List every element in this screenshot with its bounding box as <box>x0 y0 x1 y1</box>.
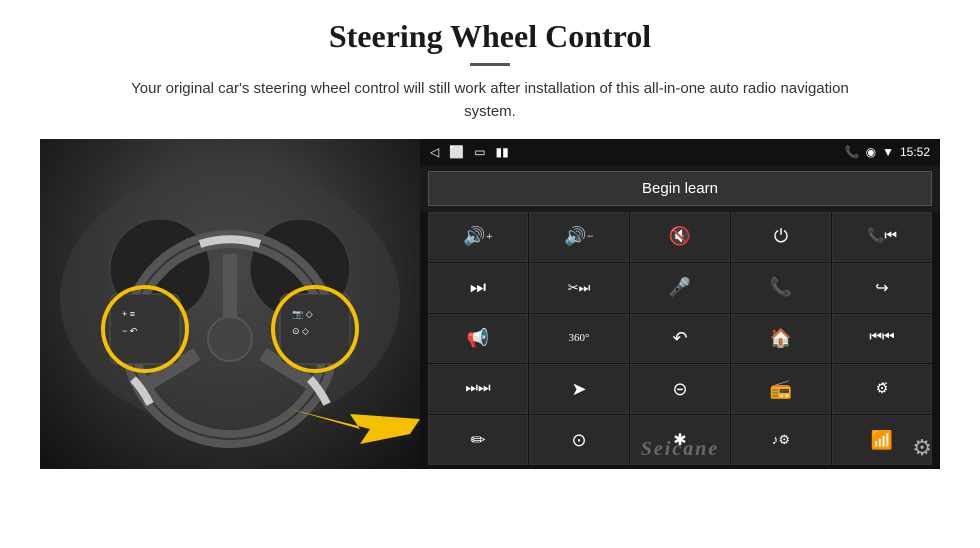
bluetooth-icon[interactable]: ✱ <box>630 415 730 465</box>
location-status-icon: ◉ <box>866 145 876 159</box>
music-settings-icon[interactable]: ♪⚙ <box>731 415 831 465</box>
back-icon[interactable]: ↶ <box>630 314 730 364</box>
hang-up-icon[interactable]: ↪ <box>832 263 932 313</box>
title-divider <box>470 63 510 66</box>
icon-grid: 🔊+ 🔊− 🔇 ⏻ 📞⏮ ⏭ ✂⏭ 🎤 📞 ↪ 📢 360° ↶ 🏠 <box>420 212 940 469</box>
camera-360-icon[interactable]: 360° <box>529 314 629 364</box>
status-bar: ◁ ⬜ ▭ ▮▮ 📞 ◉ ▼ 15:52 <box>420 139 940 165</box>
edit-icon[interactable]: ✏ <box>428 415 528 465</box>
svg-text:📷 ◇: 📷 ◇ <box>292 309 313 319</box>
steering-wheel-svg: + ≡ − ↶ 📷 ◇ ⊙ ◇ <box>40 139 420 449</box>
page-container: Steering Wheel Control Your original car… <box>0 0 980 548</box>
vol-down-icon[interactable]: 🔊− <box>529 212 629 262</box>
speaker-icon[interactable]: 📢 <box>428 314 528 364</box>
mic-icon[interactable]: 🎤 <box>630 263 730 313</box>
svg-text:− ↶: − ↶ <box>122 326 138 336</box>
vol-up-icon[interactable]: 🔊+ <box>428 212 528 262</box>
eject-icon[interactable]: ⊝ <box>630 364 730 414</box>
back-nav-icon[interactable]: ◁ <box>430 145 439 159</box>
begin-learn-button[interactable]: Begin learn <box>428 171 932 206</box>
status-time: 15:52 <box>900 145 930 159</box>
call-icon[interactable]: 📞 <box>731 263 831 313</box>
power-icon[interactable]: ⏻ <box>731 212 831 262</box>
fast-forward-icon[interactable]: ⏭⏭ <box>428 364 528 414</box>
status-right: 📞 ◉ ▼ 15:52 <box>845 145 930 159</box>
wifi-status-icon: ▼ <box>882 145 894 159</box>
skip-icon[interactable]: ✂⏭ <box>529 263 629 313</box>
svg-text:+ ≡: + ≡ <box>122 309 135 319</box>
home-icon[interactable]: 🏠 <box>731 314 831 364</box>
signal-icon: ▮▮ <box>496 145 509 159</box>
recents-nav-icon[interactable]: ▭ <box>474 145 485 159</box>
page-title: Steering Wheel Control <box>329 18 651 55</box>
next-track-icon[interactable]: ⏭ <box>428 263 528 313</box>
content-row: + ≡ − ↶ 📷 ◇ ⊙ ◇ <box>40 139 940 469</box>
radio-icon[interactable]: 📻 <box>731 364 831 414</box>
rewind-icon[interactable]: ⏮⏮ <box>832 314 932 364</box>
svg-text:⊙ ◇: ⊙ ◇ <box>292 326 309 336</box>
home-nav-icon[interactable]: ⬜ <box>449 145 464 159</box>
phone-status-icon: 📞 <box>845 145 860 159</box>
settings2-icon[interactable]: ⊙ <box>529 415 629 465</box>
gear-corner-icon[interactable]: ⚙ <box>912 435 932 461</box>
page-subtitle: Your original car's steering wheel contr… <box>130 78 850 123</box>
android-ui: ◁ ⬜ ▭ ▮▮ 📞 ◉ ▼ 15:52 Begin learn <box>420 139 940 469</box>
car-image-container: + ≡ − ↶ 📷 ◇ ⊙ ◇ <box>40 139 420 469</box>
android-ui-wrapper: ◁ ⬜ ▭ ▮▮ 📞 ◉ ▼ 15:52 Begin learn <box>420 139 940 469</box>
prev-phone-icon[interactable]: 📞⏮ <box>832 212 932 262</box>
car-background: + ≡ − ↶ 📷 ◇ ⊙ ◇ <box>40 139 420 469</box>
navigation-icon[interactable]: ➤ <box>529 364 629 414</box>
mute-icon[interactable]: 🔇 <box>630 212 730 262</box>
equalizer-icon[interactable]: ⚙̈ <box>832 364 932 414</box>
status-left: ◁ ⬜ ▭ ▮▮ <box>430 145 509 159</box>
